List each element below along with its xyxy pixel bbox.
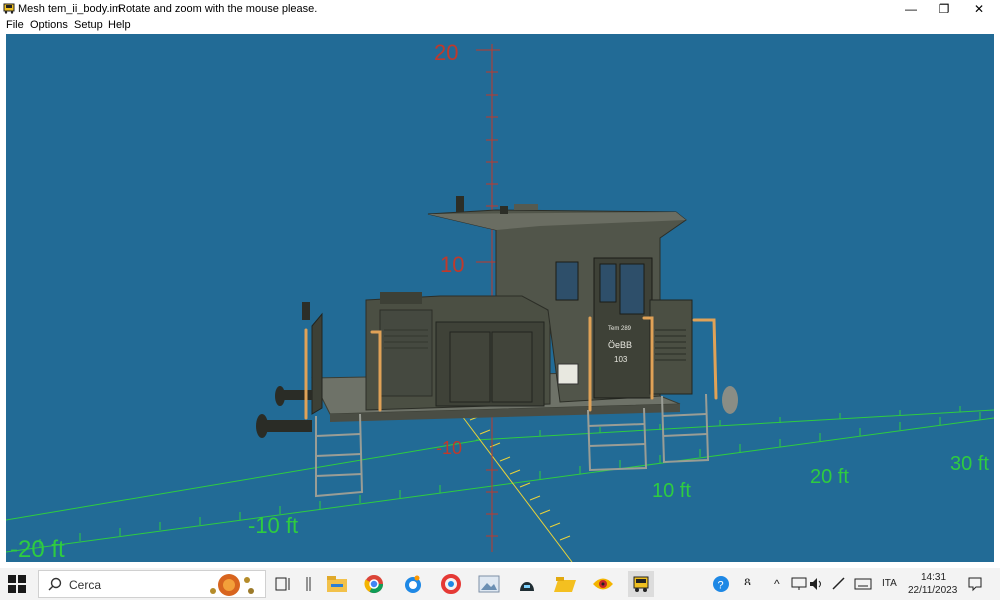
app-eye-icon[interactable] <box>590 571 616 597</box>
app-blue-circle-icon[interactable] <box>400 571 426 597</box>
close-button[interactable]: ✕ <box>964 0 994 18</box>
taskbar: Cerca ? ጸ ^ ITA 14:31 22/11/2023 <box>0 568 1000 600</box>
3d-scene[interactable]: 20 10 -10 10 ft 20 ft 30 ft -10 ft -20 f… <box>6 34 994 562</box>
language-indicator[interactable]: ITA <box>882 578 897 589</box>
ground-axis-label-10ft: 10 ft <box>652 480 691 502</box>
search-icon <box>48 577 62 591</box>
ground-axis-label-20ft: 20 ft <box>810 466 849 488</box>
locomotive-model: Tem 289 ÖeBB 103 <box>256 196 738 498</box>
vertical-axis-label-neg10: -10 <box>436 438 462 458</box>
windows-start-icon[interactable] <box>8 575 26 593</box>
ground-axis-label-neg10ft: -10 ft <box>248 513 298 538</box>
cab-number-label: Tem 289 <box>608 326 632 332</box>
search-input[interactable]: Cerca <box>69 578 101 592</box>
menu-file[interactable]: File <box>6 19 24 31</box>
vertical-axis-label-20: 20 <box>434 40 458 65</box>
menu-bar: File Options Setup Help <box>0 18 1000 34</box>
app-red-swirl-icon[interactable] <box>438 571 464 597</box>
window-hint: Rotate and zoom with the mouse please. <box>118 3 318 15</box>
app-dark-helmet-icon[interactable] <box>514 571 540 597</box>
clock-time[interactable]: 14:31 <box>921 572 946 583</box>
folder-yellow-icon[interactable] <box>552 571 578 597</box>
search-highlight-image <box>210 574 254 596</box>
people-icon[interactable]: ጸ <box>744 574 751 589</box>
unit-number-label: 103 <box>614 355 628 364</box>
chevron-up-icon[interactable]: ^ <box>774 577 780 591</box>
window-title: Mesh tem_ii_body.im <box>18 3 122 15</box>
app-train-active-icon[interactable] <box>628 571 654 597</box>
pen-icon[interactable] <box>826 571 852 597</box>
chrome-icon[interactable] <box>361 571 387 597</box>
menu-help[interactable]: Help <box>108 19 131 31</box>
road-name-label: ÖeBB <box>608 340 632 350</box>
image-viewer-icon[interactable] <box>476 571 502 597</box>
notifications-icon[interactable] <box>962 571 988 597</box>
vertical-axis-label-10: 10 <box>440 252 464 277</box>
keyboard-icon[interactable] <box>850 571 876 597</box>
svg-text:?: ? <box>718 580 724 592</box>
clock-date[interactable]: 22/11/2023 <box>908 585 957 596</box>
menu-options[interactable]: Options <box>30 19 68 31</box>
taskbar-search-box[interactable]: Cerca <box>38 570 266 598</box>
task-view-icon[interactable] <box>270 571 296 597</box>
app-train-icon <box>3 3 15 14</box>
title-bar: Mesh tem_ii_body.im Rotate and zoom with… <box>0 0 1000 18</box>
ground-axis-label-neg20ft: -20 ft <box>10 536 65 562</box>
help-icon[interactable]: ? <box>708 571 734 597</box>
3d-viewport[interactable]: 20 10 -10 10 ft 20 ft 30 ft -10 ft -20 f… <box>6 34 994 562</box>
menu-setup[interactable]: Setup <box>74 19 103 31</box>
ground-axis-label-30ft: 30 ft <box>950 453 989 475</box>
file-explorer-icon[interactable] <box>324 571 350 597</box>
minimize-button[interactable]: — <box>896 0 926 18</box>
divider-icon <box>296 571 322 597</box>
restore-button[interactable]: ❐ <box>929 0 959 18</box>
